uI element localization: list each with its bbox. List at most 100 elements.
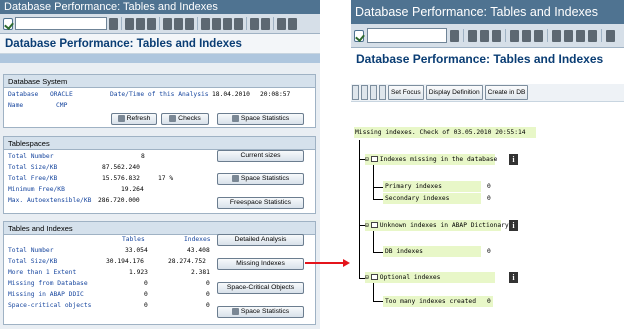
collapse-all-icon[interactable] — [379, 85, 386, 100]
save-icon[interactable] — [450, 29, 459, 42]
info-icon[interactable]: i — [509, 154, 518, 165]
tree-root[interactable]: Missing indexes. Check of 03.05.2010 20:… — [354, 127, 536, 138]
help-icon[interactable] — [277, 17, 286, 30]
missing-indexes-button[interactable]: Missing Indexes — [217, 258, 304, 270]
cancel-icon[interactable] — [492, 29, 501, 42]
tree-leaf-secondary-indexes[interactable]: Secondary indexes — [383, 193, 481, 204]
last-page-icon[interactable] — [234, 17, 243, 30]
field-label: Total Size/KB — [8, 258, 58, 265]
command-field[interactable] — [15, 17, 107, 30]
database-system-group: Database System Database ORACLE Date/Tim… — [3, 74, 316, 128]
space-statistics-button[interactable]: Space Statistics — [217, 173, 304, 185]
page-title: Database Performance: Tables and Indexes — [0, 34, 320, 54]
freespace-statistics-button[interactable]: Freespace Statistics — [217, 197, 304, 209]
first-page-icon[interactable] — [201, 17, 210, 30]
indexes-value: 0 — [206, 280, 210, 287]
enter-icon[interactable] — [354, 29, 364, 42]
field-value: 87.562.240 — [102, 164, 140, 171]
find-next-icon[interactable] — [185, 17, 194, 30]
field-value: 19.264 — [121, 186, 144, 193]
collapse-icon[interactable]: ⊟ — [365, 222, 369, 229]
collapse-icon[interactable]: ⊟ — [365, 274, 369, 281]
exit-icon[interactable] — [480, 29, 489, 42]
back-icon[interactable] — [125, 17, 134, 30]
indexes-value: 28.274.752 — [168, 258, 206, 265]
create-in-db-button[interactable]: Create in DB — [484, 85, 529, 100]
next-page-icon[interactable] — [576, 29, 585, 42]
statistics-icon — [231, 174, 239, 182]
first-page-icon[interactable] — [552, 29, 561, 42]
expand-all-icon[interactable] — [370, 85, 377, 100]
field-label: Minimum Free/KB — [8, 186, 65, 193]
tree-leaf-too-many-indexes[interactable]: Too many indexes created — [383, 296, 493, 307]
collapse-icon[interactable]: ⊟ — [365, 156, 369, 163]
tree-node-unknown-in-ddic[interactable]: ⊟ Unknown indexes in ABAP Dictionary — [365, 220, 509, 231]
toolbar-separator — [463, 29, 464, 42]
space-statistics-button[interactable]: Space Statistics — [217, 306, 304, 318]
find-next-icon[interactable] — [534, 29, 543, 42]
column-header-tables: Tables — [122, 236, 145, 243]
refresh-icon — [117, 114, 125, 122]
exit-icon[interactable] — [136, 17, 145, 30]
find-icon[interactable] — [174, 17, 183, 30]
statistics-icon — [231, 114, 239, 122]
display-definition-button[interactable]: Display Definition — [425, 85, 483, 100]
last-page-icon[interactable] — [588, 29, 597, 42]
collapse-icon[interactable] — [361, 85, 368, 100]
field-label: Total Number — [8, 247, 54, 254]
save-icon[interactable] — [109, 17, 118, 30]
find-icon[interactable] — [522, 29, 531, 42]
layout-icon[interactable] — [288, 17, 297, 30]
space-statistics-button[interactable]: Space Statistics — [217, 113, 304, 125]
detailed-analysis-button[interactable]: Detailed Analysis — [217, 234, 304, 246]
tree-line — [373, 301, 383, 302]
set-focus-button[interactable]: Set Focus — [388, 85, 424, 100]
info-icon[interactable]: i — [509, 220, 518, 231]
toolbar-separator — [273, 17, 274, 30]
database-value: ORACLE — [50, 91, 73, 98]
checks-button[interactable]: Checks — [161, 113, 209, 125]
count-value: 0 — [487, 248, 491, 255]
indexes-value: 2.381 — [191, 269, 210, 276]
indexes-value: 0 — [206, 291, 210, 298]
field-label: Name — [8, 102, 24, 109]
prev-page-icon[interactable] — [564, 29, 573, 42]
tree-line — [373, 199, 383, 200]
cancel-icon[interactable] — [147, 17, 156, 30]
next-page-icon[interactable] — [223, 17, 232, 30]
tree-node-optional-indexes[interactable]: ⊟ Optional indexes — [365, 272, 495, 283]
tree-line — [373, 230, 374, 252]
tree-node-missing-in-db[interactable]: ⊟ Indexes missing in the database — [365, 154, 497, 165]
refresh-button[interactable]: Refresh — [111, 113, 157, 125]
name-value: CMP — [56, 102, 68, 109]
indexes-value: 0 — [206, 302, 210, 309]
field-value: 286.720.000 — [98, 197, 140, 204]
group-header: Tablespaces — [4, 137, 315, 150]
toolbar-separator — [159, 17, 160, 30]
field-label: Space-critical objects — [8, 302, 92, 309]
tree-leaf-primary-indexes[interactable]: Primary indexes — [383, 181, 481, 192]
space-critical-objects-button[interactable]: Space-Critical Objects — [217, 282, 304, 294]
print-icon[interactable] — [510, 29, 519, 42]
column-header-indexes: Indexes — [184, 236, 211, 243]
toolbar-separator — [121, 17, 122, 30]
back-icon[interactable] — [468, 29, 477, 42]
enter-icon[interactable] — [3, 17, 13, 30]
expand-icon[interactable] — [352, 85, 359, 100]
field-label: More than 1 Extent — [8, 269, 77, 276]
info-icon[interactable]: i — [509, 272, 518, 283]
folder-icon — [370, 274, 378, 280]
toolbar-separator — [505, 29, 506, 42]
command-field[interactable] — [367, 28, 447, 43]
shortcut-icon[interactable] — [261, 17, 270, 30]
count-value: 0 — [487, 195, 491, 202]
current-sizes-button[interactable]: Current sizes — [217, 150, 304, 162]
page-title: Database Performance: Tables and Indexes — [351, 48, 624, 70]
tree-leaf-db-indexes[interactable]: DB indexes — [383, 246, 481, 257]
application-toolbar: Set Focus Display Definition Create in D… — [351, 84, 624, 102]
new-session-icon[interactable] — [250, 17, 259, 30]
new-session-icon[interactable] — [606, 29, 615, 42]
toolbar-separator — [547, 29, 548, 42]
prev-page-icon[interactable] — [212, 17, 221, 30]
print-icon[interactable] — [163, 17, 172, 30]
